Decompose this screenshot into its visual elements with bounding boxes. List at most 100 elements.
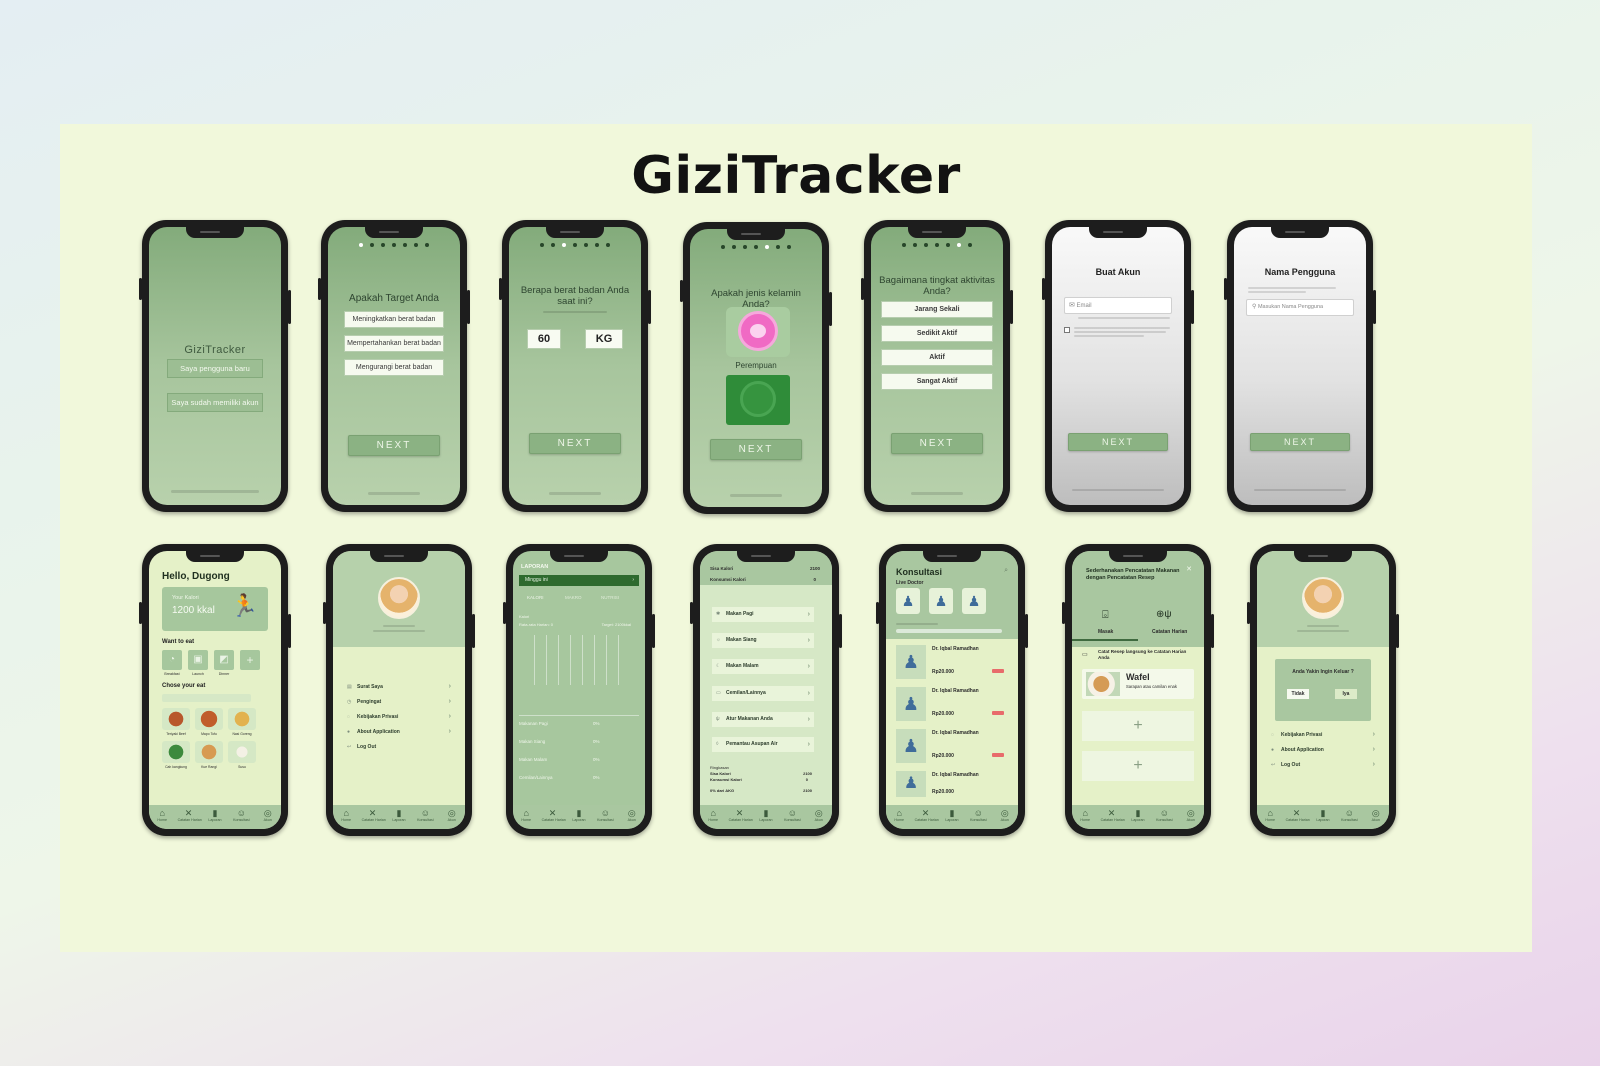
- tab-masak[interactable]: Masak: [1098, 629, 1113, 635]
- nav-akun[interactable]: ◎ Akun: [257, 808, 279, 823]
- chat-button[interactable]: [992, 753, 1004, 757]
- avatar[interactable]: [378, 577, 420, 619]
- nav-catatan[interactable]: ✕ Catatan Harian: [542, 808, 566, 823]
- nav-laporan[interactable]: ▮ Laporan: [755, 808, 777, 823]
- food-search-input[interactable]: [162, 694, 251, 702]
- live-doctor-avatar[interactable]: ♟: [962, 588, 986, 614]
- nav-konsultasi[interactable]: ☺ Konsultasi: [414, 808, 436, 823]
- new-user-button[interactable]: Saya pengguna baru: [167, 359, 263, 378]
- menu-log-out[interactable]: ↩ Log Out ›: [1271, 759, 1375, 771]
- food-item[interactable]: [195, 741, 223, 763]
- menu-kebijakan-privasi[interactable]: ◌ Kebijakan Privasi ›: [347, 711, 451, 723]
- doctor-card[interactable]: ♟ Dr. Iqbal Ramadhan Rp20.000: [896, 643, 1008, 681]
- entry-makan-siang[interactable]: ☼ Makan Siang ›: [712, 633, 814, 648]
- male-option[interactable]: [726, 375, 790, 425]
- nav-catatan[interactable]: ✕ Catatan Harian: [915, 808, 939, 823]
- existing-account-button[interactable]: Saya sudah memiliki akun: [167, 393, 263, 412]
- nav-laporan[interactable]: ▮ Laporan: [1127, 808, 1149, 823]
- add-meal-button[interactable]: +: [240, 650, 260, 670]
- nav-akun[interactable]: ◎ Akun: [1180, 808, 1202, 823]
- option-lose[interactable]: Mengurangi berat badan: [344, 359, 444, 376]
- nav-konsultasi[interactable]: ☺ Konsultasi: [594, 808, 616, 823]
- nav-catatan[interactable]: ✕ Catatan Harian: [362, 808, 386, 823]
- add-recipe-slot[interactable]: +: [1082, 751, 1194, 781]
- nav-akun[interactable]: ◎ Akun: [808, 808, 830, 823]
- nav-catatan[interactable]: ✕ Catatan Harian: [729, 808, 753, 823]
- tab-catatan-harian[interactable]: Catatan Harian: [1152, 629, 1187, 635]
- menu-log-out[interactable]: ↩ Log Out: [347, 741, 451, 753]
- period-selector[interactable]: Minggu ini ›: [519, 575, 639, 586]
- confirm-button[interactable]: Iya: [1335, 689, 1357, 699]
- menu-surat-saya[interactable]: ▤ Surat Saya ›: [347, 681, 451, 693]
- chat-button[interactable]: [992, 669, 1004, 673]
- doctor-card[interactable]: ♟ Dr. Iqbal Ramadhan Rp20.000: [896, 769, 1008, 797]
- food-item[interactable]: [228, 741, 256, 763]
- food-item[interactable]: [195, 708, 223, 730]
- option-rarely[interactable]: Jarang Sekali: [881, 301, 993, 318]
- nav-home[interactable]: ⌂ Home: [1259, 808, 1281, 823]
- entry-atur-makanan[interactable]: ψ Atur Makanan Anda ›: [712, 712, 814, 727]
- menu-pengingat[interactable]: ◷ Pengingat ›: [347, 696, 451, 708]
- nav-akun[interactable]: ◎ Akun: [441, 808, 463, 823]
- cancel-button[interactable]: Tidak: [1287, 689, 1309, 699]
- nav-akun[interactable]: ◎ Akun: [621, 808, 643, 823]
- nav-home[interactable]: ⌂ Home: [702, 808, 724, 823]
- chat-button[interactable]: [992, 711, 1004, 715]
- nav-konsultasi[interactable]: ☺ Konsultasi: [1338, 808, 1360, 823]
- nav-home[interactable]: ⌂ Home: [1074, 808, 1096, 823]
- tab-makro[interactable]: MAKRO: [565, 595, 582, 600]
- food-item[interactable]: [162, 708, 190, 730]
- entry-asupan-air[interactable]: ◊ Pemantau Asupan Air ›: [712, 737, 814, 752]
- option-active[interactable]: Aktif: [881, 349, 993, 366]
- nav-akun[interactable]: ◎ Akun: [994, 808, 1016, 823]
- tab-nutrisi[interactable]: NUTRISI: [601, 595, 619, 600]
- add-recipe-slot[interactable]: +: [1082, 711, 1194, 741]
- meal-breakfast[interactable]: ◔: [162, 650, 182, 670]
- nav-home[interactable]: ⌂ Home: [888, 808, 910, 823]
- next-button[interactable]: NEXT: [891, 433, 983, 454]
- next-button[interactable]: NEXT: [710, 439, 802, 460]
- unit-selector[interactable]: KG: [585, 329, 623, 349]
- nav-home[interactable]: ⌂ Home: [515, 808, 537, 823]
- avatar[interactable]: [1302, 577, 1344, 619]
- menu-kebijakan-privasi[interactable]: ◌ Kebijakan Privasi ›: [1271, 729, 1375, 741]
- option-maintain[interactable]: Mempertahankan berat badan: [344, 335, 444, 352]
- nav-laporan[interactable]: ▮ Laporan: [568, 808, 590, 823]
- nav-home[interactable]: ⌂ Home: [335, 808, 357, 823]
- next-button[interactable]: NEXT: [529, 433, 621, 454]
- close-icon[interactable]: ✕: [1186, 565, 1192, 573]
- female-option[interactable]: [726, 307, 790, 357]
- menu-about[interactable]: ● About Application ›: [1271, 744, 1375, 756]
- nav-home[interactable]: ⌂ Home: [151, 808, 173, 823]
- doctor-card[interactable]: ♟ Dr. Iqbal Ramadhan Rp20.000: [896, 727, 1008, 765]
- option-slightly-active[interactable]: Sedikit Aktif: [881, 325, 993, 342]
- nav-catatan[interactable]: ✕ Catatan Harian: [178, 808, 202, 823]
- entry-makan-malam[interactable]: ☾ Makan Malam ›: [712, 659, 814, 674]
- nav-konsultasi[interactable]: ☺ Konsultasi: [967, 808, 989, 823]
- tab-kalori[interactable]: KALORI: [527, 595, 544, 600]
- entry-makan-pagi[interactable]: ✱ Makan Pagi ›: [712, 607, 814, 622]
- nav-laporan[interactable]: ▮ Laporan: [388, 808, 410, 823]
- option-gain[interactable]: Meningkatkan berat badan: [344, 311, 444, 328]
- meal-launch[interactable]: ▣: [188, 650, 208, 670]
- live-doctor-avatar[interactable]: ♟: [896, 588, 920, 614]
- kalori-card[interactable]: Your Kalori 1200 kkal 🏃: [162, 587, 268, 631]
- nav-konsultasi[interactable]: ☺ Konsultasi: [230, 808, 252, 823]
- next-button[interactable]: NEXT: [1068, 433, 1168, 451]
- recipe-card[interactable]: Wafel Sarapan atau camilan enak: [1082, 669, 1194, 699]
- nav-laporan[interactable]: ▮ Laporan: [204, 808, 226, 823]
- nav-laporan[interactable]: ▮ Laporan: [1312, 808, 1334, 823]
- terms-checkbox[interactable]: [1064, 327, 1070, 333]
- doctor-card[interactable]: ♟ Dr. Iqbal Ramadhan Rp20.000: [896, 685, 1008, 723]
- email-field[interactable]: ✉ Email: [1064, 297, 1172, 314]
- nav-konsultasi[interactable]: ☺ Konsultasi: [1153, 808, 1175, 823]
- nav-catatan[interactable]: ✕ Catatan Harian: [1286, 808, 1310, 823]
- nav-catatan[interactable]: ✕ Catatan Harian: [1101, 808, 1125, 823]
- nav-akun[interactable]: ◎ Akun: [1365, 808, 1387, 823]
- weight-input[interactable]: 60: [527, 329, 561, 349]
- entry-cemilan[interactable]: ▭ Cemilan/Lainnya ›: [712, 686, 814, 701]
- live-doctor-avatar[interactable]: ♟: [929, 588, 953, 614]
- menu-about[interactable]: ● About Application ›: [347, 726, 451, 738]
- next-button[interactable]: NEXT: [348, 435, 440, 456]
- nav-konsultasi[interactable]: ☺ Konsultasi: [781, 808, 803, 823]
